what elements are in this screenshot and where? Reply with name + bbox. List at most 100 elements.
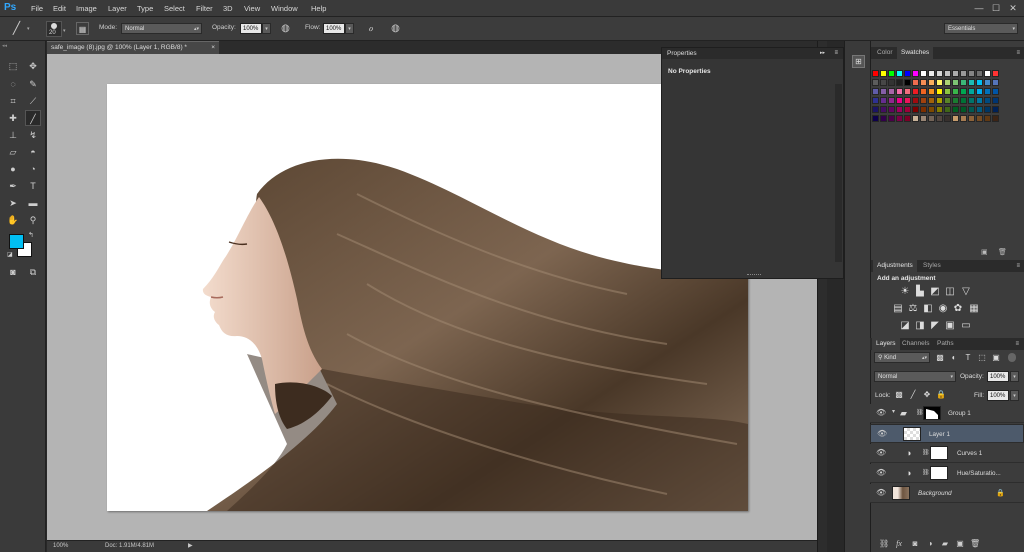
- swatches-grid[interactable]: [872, 70, 1000, 132]
- filter-pixel-icon[interactable]: ▩: [934, 352, 946, 364]
- lock-transparent-icon[interactable]: ▩: [893, 389, 905, 401]
- fill-input[interactable]: 100%: [987, 390, 1009, 401]
- swatch[interactable]: [888, 97, 895, 104]
- swatch[interactable]: [896, 70, 903, 77]
- menu-window[interactable]: Window: [271, 0, 298, 17]
- posterize-icon[interactable]: ◨: [914, 320, 926, 332]
- swatch[interactable]: [880, 115, 887, 122]
- swatch[interactable]: [896, 115, 903, 122]
- tab-styles[interactable]: Styles: [919, 260, 945, 272]
- properties-scrollbar[interactable]: [835, 84, 842, 262]
- airbrush-icon[interactable]: ℴ: [364, 22, 377, 35]
- swatch[interactable]: [888, 115, 895, 122]
- swatch[interactable]: [936, 79, 943, 86]
- swatch[interactable]: [912, 88, 919, 95]
- swatch[interactable]: [976, 88, 983, 95]
- filter-shape-icon[interactable]: ⬚: [976, 352, 988, 364]
- hand-tool-icon[interactable]: ✋: [5, 212, 21, 228]
- photo-filter-icon[interactable]: ◉: [937, 303, 949, 315]
- swatch[interactable]: [912, 97, 919, 104]
- paint-bucket-tool-icon[interactable]: ◓: [25, 144, 41, 160]
- swatch[interactable]: [952, 97, 959, 104]
- opacity-dropdown-button[interactable]: ▾: [262, 23, 271, 34]
- rectangle-tool-icon[interactable]: ▬: [25, 195, 41, 211]
- new-adjustment-layer-icon[interactable]: ◑: [925, 538, 935, 549]
- swatch[interactable]: [872, 88, 879, 95]
- swatch[interactable]: [888, 70, 895, 77]
- swatch[interactable]: [944, 70, 951, 77]
- tab-adjustments[interactable]: Adjustments: [873, 260, 917, 272]
- color-balance-icon[interactable]: ⚖: [907, 303, 919, 315]
- threshold-icon[interactable]: ◤: [929, 320, 941, 332]
- blend-mode-select[interactable]: Normal ▾: [874, 371, 956, 382]
- swatch[interactable]: [992, 97, 999, 104]
- swatch[interactable]: [960, 79, 967, 86]
- spot-healing-tool-icon[interactable]: ✚: [5, 110, 21, 126]
- swatch[interactable]: [928, 106, 935, 113]
- swatch[interactable]: [872, 70, 879, 77]
- swatch[interactable]: [992, 106, 999, 113]
- brush-tool-icon[interactable]: ╱: [10, 22, 23, 35]
- minimize-button[interactable]: —: [972, 2, 986, 14]
- document-tab[interactable]: safe_image (8).jpg @ 100% (Layer 1, RGB/…: [47, 41, 219, 54]
- vibrance-icon[interactable]: ▽: [960, 286, 972, 298]
- swatch[interactable]: [888, 88, 895, 95]
- layer-filter-kind-select[interactable]: ⚲ Kind ▴▾: [874, 352, 930, 363]
- layer-opacity-dropdown[interactable]: ▾: [1010, 371, 1019, 382]
- hue-saturation-icon[interactable]: ▤: [892, 303, 904, 315]
- swatch[interactable]: [976, 115, 983, 122]
- layer-row[interactable]: 👁 ◑ ⛓ Curves 1: [870, 444, 1024, 463]
- menu-file[interactable]: File: [31, 0, 43, 17]
- swatch[interactable]: [968, 88, 975, 95]
- lasso-tool-icon[interactable]: ◌: [5, 76, 21, 92]
- layer-style-fx-icon[interactable]: fx: [894, 538, 904, 549]
- selective-color-icon[interactable]: ▣: [944, 320, 956, 332]
- maximize-button[interactable]: ☐: [989, 2, 1003, 14]
- swatch[interactable]: [904, 70, 911, 77]
- layer-row[interactable]: 👁 ◑ ⛓ Hue/Saturatio...: [870, 464, 1024, 483]
- link-layers-icon[interactable]: ⛓: [879, 538, 889, 549]
- visibility-eye-icon[interactable]: 👁: [876, 488, 886, 498]
- history-brush-tool-icon[interactable]: ↯: [25, 127, 41, 143]
- swatch[interactable]: [896, 97, 903, 104]
- swatch[interactable]: [920, 97, 927, 104]
- swatch[interactable]: [904, 79, 911, 86]
- swatch[interactable]: [968, 115, 975, 122]
- swatch[interactable]: [960, 106, 967, 113]
- pen-tool-icon[interactable]: ✒: [5, 178, 21, 194]
- tab-swatches[interactable]: Swatches: [897, 47, 934, 59]
- brush-picker-arrow-icon[interactable]: ▾: [63, 28, 66, 34]
- panel-collapse-icon[interactable]: ▸▸: [820, 48, 825, 59]
- quick-select-tool-icon[interactable]: ✎: [25, 76, 41, 92]
- tab-layers[interactable]: Layers: [872, 338, 900, 350]
- move-tool-icon[interactable]: ✥: [25, 58, 41, 74]
- swatch[interactable]: [896, 88, 903, 95]
- swatch[interactable]: [944, 115, 951, 122]
- swatch[interactable]: [936, 106, 943, 113]
- brightness-contrast-icon[interactable]: ☀: [899, 286, 911, 298]
- layer-row[interactable]: 👁 Background 🔒: [870, 484, 1024, 503]
- document-canvas[interactable]: [107, 84, 748, 511]
- fill-dropdown[interactable]: ▾: [1010, 390, 1019, 401]
- swatch[interactable]: [952, 115, 959, 122]
- menu-image[interactable]: Image: [76, 0, 97, 17]
- swatch[interactable]: [928, 115, 935, 122]
- panel-resize-handle[interactable]: [747, 274, 761, 277]
- swatch[interactable]: [936, 88, 943, 95]
- swatch[interactable]: [920, 70, 927, 77]
- swatch[interactable]: [984, 115, 991, 122]
- swatch[interactable]: [936, 115, 943, 122]
- default-colors-icon[interactable]: ◪: [7, 251, 13, 258]
- visibility-eye-icon[interactable]: 👁: [876, 468, 886, 478]
- path-selection-tool-icon[interactable]: ➤: [5, 195, 21, 211]
- swatch[interactable]: [952, 106, 959, 113]
- swatch[interactable]: [992, 88, 999, 95]
- filter-toggle-switch[interactable]: [1008, 353, 1016, 362]
- swatch[interactable]: [912, 115, 919, 122]
- foreground-color-swatch[interactable]: [9, 234, 24, 249]
- menu-3d[interactable]: 3D: [223, 0, 233, 17]
- swatch[interactable]: [968, 106, 975, 113]
- visibility-eye-icon[interactable]: 👁: [876, 408, 886, 418]
- close-tab-icon[interactable]: ×: [211, 42, 215, 54]
- swatch[interactable]: [880, 70, 887, 77]
